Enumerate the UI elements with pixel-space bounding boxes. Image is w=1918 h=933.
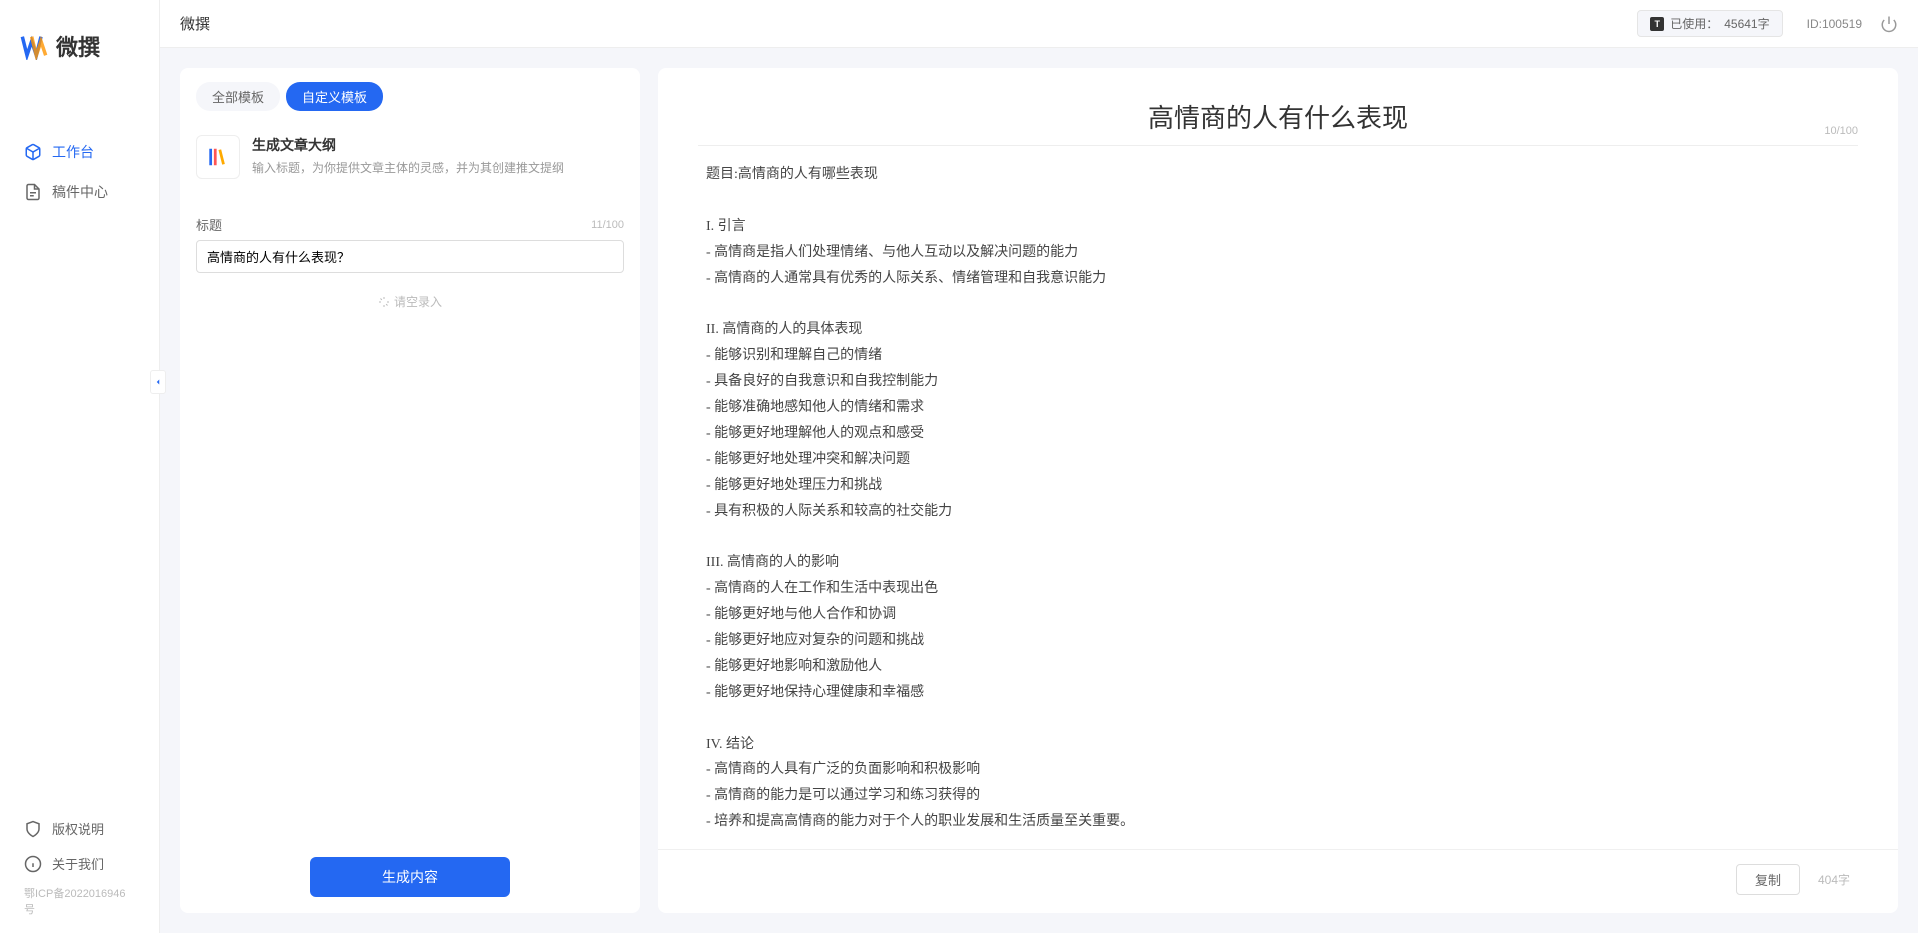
cube-icon <box>24 143 42 161</box>
sidebar-collapse-handle[interactable] <box>150 370 166 394</box>
word-count: 404字 <box>1818 871 1850 888</box>
title-input[interactable] <box>196 240 624 273</box>
usage-badge[interactable]: T 已使用： 45641字 <box>1637 10 1782 37</box>
template-title: 生成文章大纲 <box>252 135 564 155</box>
logo-icon <box>20 32 48 60</box>
template-tabs: 全部模板 自定义模板 <box>180 68 640 125</box>
logo[interactable]: 微撰 <box>0 0 159 82</box>
sidebar-item-label: 工作台 <box>52 142 94 162</box>
output-body: 题目:高情商的人有哪些表现 I. 引言 - 高情商是指人们处理情绪、与他人互动以… <box>658 146 1898 849</box>
sidebar-item-about[interactable]: 关于我们 <box>0 846 159 881</box>
template-card: 生成文章大纲 输入标题，为你提供文章主体的灵感，并为其创建推文提纲 <box>180 125 640 195</box>
sidebar-item-copyright[interactable]: 版权说明 <box>0 811 159 846</box>
workspace: 全部模板 自定义模板 生成文章大纲 输入标题，为你提供文章主体的灵感，并为其创建… <box>160 48 1918 933</box>
icp-link[interactable]: 鄂ICP备2022016946号 <box>0 881 159 921</box>
form-section: 标题 11/100 请空录入 <box>180 195 640 841</box>
info-icon <box>24 855 42 873</box>
main: 微撰 T 已使用： 45641字 ID:100519 全部模板 自定义模板 <box>160 0 1918 933</box>
output-title-count: 10/100 <box>1824 125 1858 137</box>
field-count: 11/100 <box>591 219 624 231</box>
sparkle-icon <box>378 296 390 308</box>
sidebar-item-documents[interactable]: 稿件中心 <box>0 172 159 212</box>
chevron-left-icon <box>153 377 163 387</box>
sidebar: 微撰 工作台 稿件中心 版权说明 关于我们 鄂ICP备2022016946号 <box>0 0 160 933</box>
template-info: 生成文章大纲 输入标题，为你提供文章主体的灵感，并为其创建推文提纲 <box>252 135 564 179</box>
sidebar-item-workbench[interactable]: 工作台 <box>0 132 159 172</box>
text-icon: T <box>1650 17 1664 31</box>
topbar: 微撰 T 已使用： 45641字 ID:100519 <box>160 0 1918 48</box>
nav: 工作台 稿件中心 <box>0 82 159 811</box>
generate-button[interactable]: 生成内容 <box>310 857 510 897</box>
tab-all-templates[interactable]: 全部模板 <box>196 82 280 111</box>
output-footer: 复制 404字 <box>658 849 1898 913</box>
output-header: 高情商的人有什么表现 10/100 <box>698 68 1858 146</box>
power-icon[interactable] <box>1880 15 1898 33</box>
sidebar-item-label: 稿件中心 <box>52 182 108 202</box>
logo-text: 微撰 <box>56 30 100 62</box>
output-title: 高情商的人有什么表现 <box>738 98 1818 135</box>
template-thumb <box>196 135 240 179</box>
copy-button[interactable]: 复制 <box>1736 864 1800 895</box>
empty-hint-text: 请空录入 <box>394 293 442 310</box>
books-icon <box>207 146 229 168</box>
template-desc: 输入标题，为你提供文章主体的灵感，并为其创建推文提纲 <box>252 159 564 176</box>
empty-hint: 请空录入 <box>196 273 624 330</box>
usage-value: 45641字 <box>1724 15 1769 32</box>
page-title: 微撰 <box>180 13 210 34</box>
usage-label: 已使用： <box>1670 15 1718 32</box>
right-panel: 高情商的人有什么表现 10/100 题目:高情商的人有哪些表现 I. 引言 - … <box>658 68 1898 913</box>
shield-icon <box>24 820 42 838</box>
sidebar-item-label: 关于我们 <box>52 854 104 873</box>
sidebar-item-label: 版权说明 <box>52 819 104 838</box>
field-label: 标题 <box>196 215 222 234</box>
sidebar-footer: 版权说明 关于我们 鄂ICP备2022016946号 <box>0 811 159 933</box>
tab-custom-templates[interactable]: 自定义模板 <box>286 82 383 111</box>
left-panel: 全部模板 自定义模板 生成文章大纲 输入标题，为你提供文章主体的灵感，并为其创建… <box>180 68 640 913</box>
document-icon <box>24 183 42 201</box>
user-id: ID:100519 <box>1807 17 1862 31</box>
